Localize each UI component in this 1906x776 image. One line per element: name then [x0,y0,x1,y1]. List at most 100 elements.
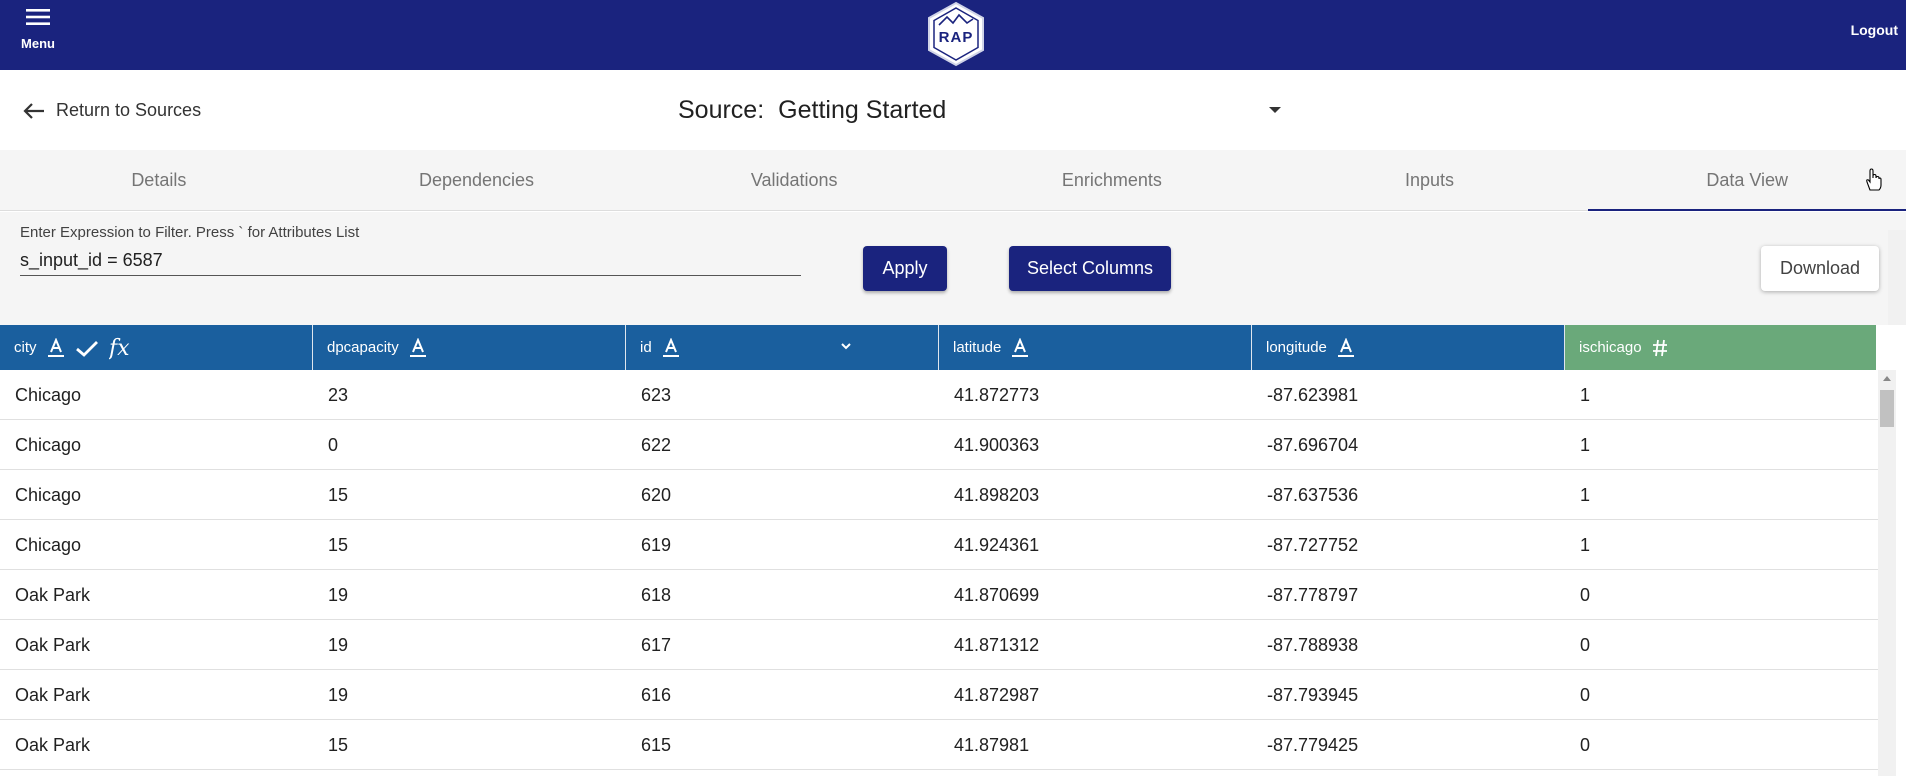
cell-id: 622 [641,435,672,455]
logo-text: RAP [939,29,974,46]
tab-data-view[interactable]: Data View [1588,150,1906,211]
cell-dpcapacity: 19 [328,585,349,605]
column-name: city [14,339,37,356]
tab-details[interactable]: Details [0,150,318,210]
cell-id: 619 [641,535,672,555]
cell-ischicago: 1 [1580,485,1591,505]
cell-id: 620 [641,485,672,505]
cell-id: 616 [641,685,672,705]
column-name: id [640,339,652,356]
cell-longitude: -87.793945 [1267,685,1359,705]
text-type-icon[interactable] [47,337,65,358]
table-body: Chicago 23 623 41.872773 -87.623981 1 Ch… [0,370,1878,770]
tab-enrichments[interactable]: Enrichments [953,150,1271,210]
cell-city: Oak Park [15,685,91,705]
cell-dpcapacity: 19 [328,635,349,655]
cell-latitude: 41.924361 [954,535,1040,555]
tab-dependencies[interactable]: Dependencies [318,150,636,210]
function-icon[interactable]: fx [109,335,139,361]
text-type-icon[interactable] [662,337,680,358]
column-header-latitude[interactable]: latitude [939,325,1252,370]
cell-id: 618 [641,585,672,605]
cell-latitude: 41.871312 [954,635,1040,655]
cell-city: Chicago [15,385,82,405]
cell-city: Oak Park [15,635,91,655]
column-header-dpcapacity[interactable]: dpcapacity [313,325,626,370]
cell-ischicago: 0 [1580,635,1591,655]
filter-expression-input[interactable] [20,246,801,276]
column-name: ischicago [1579,339,1642,356]
cell-ischicago: 0 [1580,735,1591,755]
menu-button[interactable]: Menu [18,6,58,51]
cell-city: Oak Park [15,585,91,605]
cell-longitude: -87.788938 [1267,635,1359,655]
cell-longitude: -87.637536 [1267,485,1359,505]
text-type-icon[interactable] [409,337,427,358]
cell-latitude: 41.872773 [954,385,1040,405]
table-row[interactable]: Chicago 15 619 41.924361 -87.727752 1 [0,520,1878,570]
cell-city: Chicago [15,535,82,555]
logout-button[interactable]: Logout [1851,22,1898,38]
arrow-left-icon [23,102,44,119]
cell-dpcapacity: 23 [328,385,349,405]
cell-longitude: -87.778797 [1267,585,1359,605]
cell-ischicago: 1 [1580,435,1591,455]
table-row[interactable]: Oak Park 19 616 41.872987 -87.793945 0 [0,670,1878,720]
menu-label: Menu [21,36,55,51]
rap-logo[interactable]: RAP [925,1,987,67]
table-row[interactable]: Chicago 23 623 41.872773 -87.623981 1 [0,370,1878,420]
cell-dpcapacity: 15 [328,535,349,555]
cell-ischicago: 0 [1580,585,1591,605]
source-dropdown-icon[interactable] [1268,106,1282,114]
cell-ischicago: 1 [1580,535,1591,555]
column-header-ischicago[interactable]: ischicago [1565,325,1876,370]
cell-latitude: 41.898203 [954,485,1040,505]
scroll-up-icon[interactable] [1883,376,1891,381]
column-name: longitude [1266,339,1327,356]
tab-bar: Details Dependencies Validations Enrichm… [0,150,1906,211]
cell-id: 615 [641,735,672,755]
source-bar: Return to Sources Source: Getting Starte… [0,70,1906,150]
cell-dpcapacity: 0 [328,435,339,455]
column-header-id[interactable]: id [626,325,939,370]
tab-inputs[interactable]: Inputs [1271,150,1589,210]
cell-ischicago: 0 [1580,685,1591,705]
column-header-city[interactable]: city fx [0,325,313,370]
source-title: Source: Getting Started [678,96,946,125]
text-type-icon[interactable] [1337,337,1355,358]
hamburger-icon [26,9,50,25]
source-label: Source: [678,96,765,124]
download-button[interactable]: Download [1761,246,1879,291]
cell-latitude: 41.870699 [954,585,1040,605]
cell-longitude: -87.727752 [1267,535,1359,555]
cell-dpcapacity: 19 [328,685,349,705]
table-row[interactable]: Oak Park 15 615 41.87981 -87.779425 0 [0,720,1878,770]
text-type-icon[interactable] [1011,337,1029,358]
top-app-bar: Menu RAP Logout [0,0,1906,70]
cell-ischicago: 1 [1580,385,1591,405]
tab-validations[interactable]: Validations [635,150,953,210]
select-columns-button[interactable]: Select Columns [1009,246,1171,291]
table-scrollbar[interactable] [1878,370,1896,776]
cell-latitude: 41.872987 [954,685,1040,705]
column-name: latitude [953,339,1002,356]
number-type-icon[interactable] [1652,338,1668,358]
source-name: Getting Started [778,96,947,124]
scrollbar-thumb[interactable] [1880,390,1894,427]
apply-button[interactable]: Apply [863,246,947,291]
column-header-longitude[interactable]: longitude [1252,325,1565,370]
table-row[interactable]: Chicago 15 620 41.898203 -87.637536 1 [0,470,1878,520]
panel-scrollbar[interactable] [1888,230,1906,325]
filter-label: Enter Expression to Filter. Press ` for … [20,224,360,241]
cell-latitude: 41.900363 [954,435,1040,455]
return-to-sources-link[interactable]: Return to Sources [22,100,201,121]
cell-dpcapacity: 15 [328,735,349,755]
data-table: city fx dpcapacity id latitude longitude… [0,325,1906,776]
column-name: dpcapacity [327,339,399,356]
chevron-down-icon[interactable] [840,341,852,351]
table-row[interactable]: Chicago 0 622 41.900363 -87.696704 1 [0,420,1878,470]
check-icon[interactable] [75,338,99,358]
hand-cursor-icon [1866,168,1882,191]
table-row[interactable]: Oak Park 19 618 41.870699 -87.778797 0 [0,570,1878,620]
table-row[interactable]: Oak Park 19 617 41.871312 -87.788938 0 [0,620,1878,670]
